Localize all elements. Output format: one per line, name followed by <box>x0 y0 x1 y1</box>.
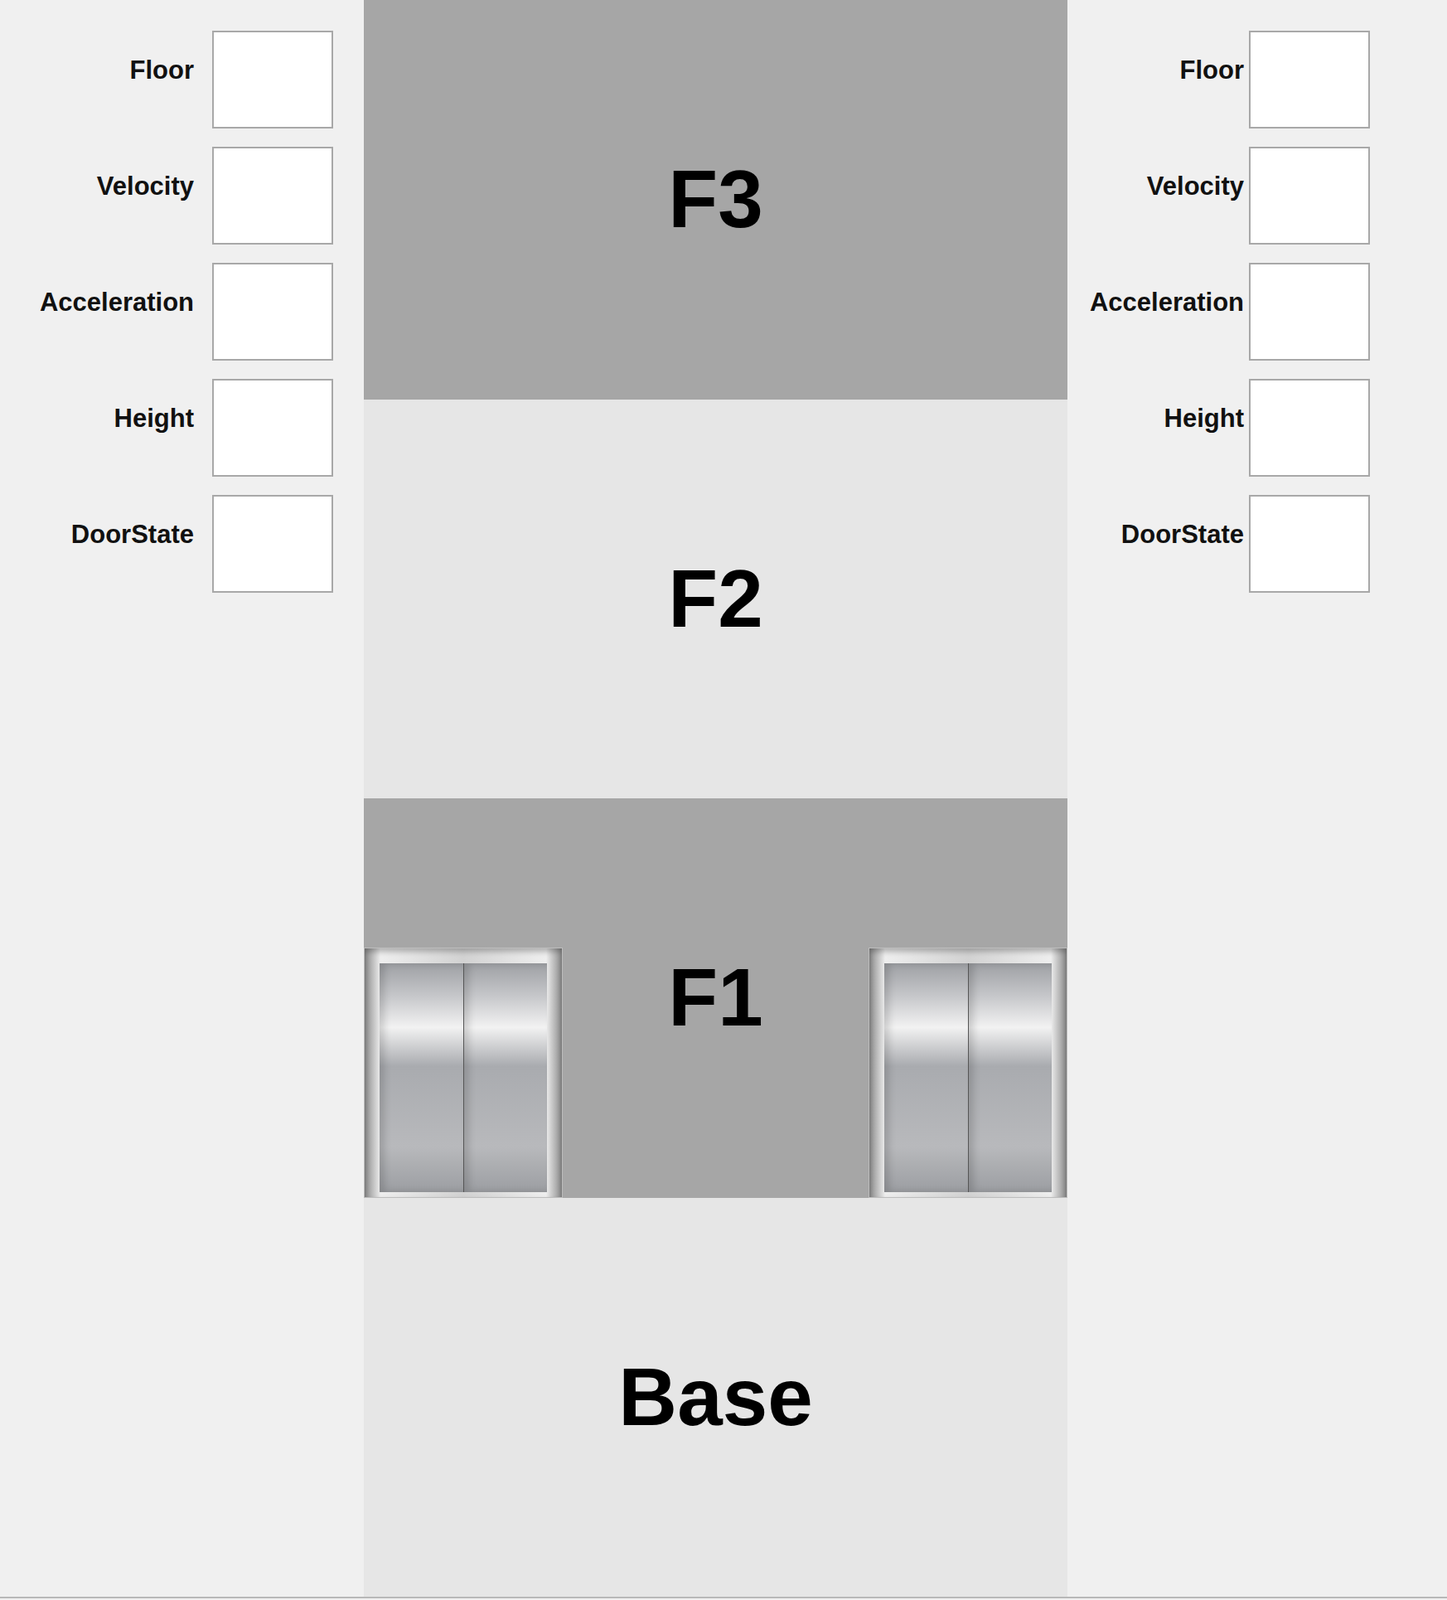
floor-label: F1 <box>562 950 869 1045</box>
floor-label: F3 <box>562 152 869 247</box>
field-row: Velocity <box>1067 146 1370 245</box>
field-box[interactable] <box>1248 146 1370 245</box>
field-label: Velocity <box>96 146 194 202</box>
field-box[interactable] <box>1248 30 1370 129</box>
field-box[interactable] <box>1248 378 1370 477</box>
elevator-door <box>868 947 1068 1198</box>
door-leaf <box>379 963 465 1192</box>
door-leaf <box>884 963 969 1192</box>
field-label: Velocity <box>1146 146 1244 202</box>
field-label: Floor <box>130 30 195 86</box>
floor-row: F1 <box>363 798 1068 1198</box>
floor-row: F2 <box>363 399 1068 799</box>
field-row: Floor <box>0 30 334 129</box>
field-box[interactable] <box>212 262 334 361</box>
floor-label: F2 <box>562 551 869 646</box>
field-box[interactable] <box>212 146 334 245</box>
floor-label: Base <box>562 1350 869 1444</box>
door-leaf <box>464 963 548 1192</box>
field-row: DoorState <box>0 494 334 593</box>
door-slot <box>363 547 563 799</box>
field-label: Acceleration <box>39 262 194 318</box>
left-status-panel: Floor Velocity Acceleration Height DoorState <box>0 0 364 1597</box>
field-row: Acceleration <box>0 262 334 361</box>
field-label: Height <box>114 378 194 434</box>
elevator-shaft: F3 F2 F1 Base <box>363 0 1068 1597</box>
floor-row: Base <box>363 1197 1068 1598</box>
door-slot <box>868 947 1068 1198</box>
door-slot <box>363 149 563 400</box>
field-box[interactable] <box>212 30 334 129</box>
door-slot <box>363 947 563 1198</box>
door-leaf <box>968 963 1053 1192</box>
field-row: Height <box>1067 378 1370 477</box>
field-box[interactable] <box>212 494 334 593</box>
field-box[interactable] <box>1248 262 1370 361</box>
elevator-app: Floor Velocity Acceleration Height DoorState… <box>0 0 1447 1600</box>
door-slot <box>363 1345 563 1597</box>
right-status-panel: Floor Velocity Acceleration Height DoorState <box>1067 0 1447 1597</box>
field-label: DoorState <box>71 494 194 550</box>
field-label: Acceleration <box>1089 262 1244 318</box>
field-row: Height <box>0 378 334 477</box>
field-row: Acceleration <box>1067 262 1370 361</box>
door-slot <box>868 547 1068 799</box>
door-slot <box>868 149 1068 400</box>
field-row: DoorState <box>1067 494 1370 593</box>
field-label: Height <box>1164 378 1244 434</box>
floor-row: F3 <box>363 0 1068 400</box>
field-box[interactable] <box>1248 494 1370 593</box>
field-label: Floor <box>1180 30 1245 86</box>
bottom-line <box>0 1596 1447 1598</box>
field-label: DoorState <box>1121 494 1244 550</box>
field-row: Floor <box>1067 30 1370 129</box>
door-slot <box>868 1345 1068 1597</box>
elevator-door <box>363 947 563 1198</box>
field-row: Velocity <box>0 146 334 245</box>
field-box[interactable] <box>212 378 334 477</box>
